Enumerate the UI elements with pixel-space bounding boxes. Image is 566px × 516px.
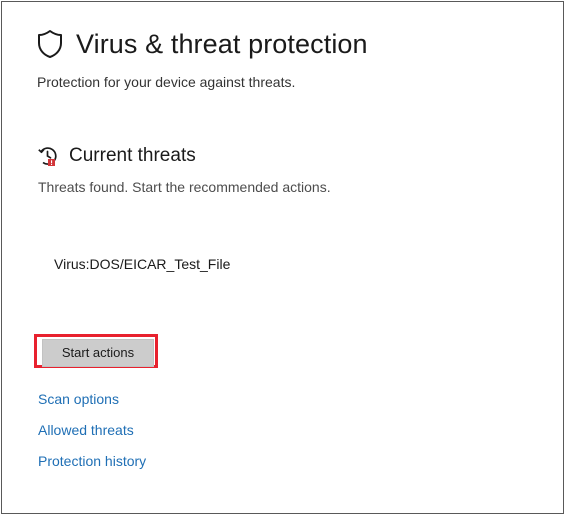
threat-list-item[interactable]: Virus:DOS/EICAR_Test_File [54, 256, 230, 272]
current-threats-description: Threats found. Start the recommended act… [38, 179, 331, 195]
scan-options-link[interactable]: Scan options [38, 391, 119, 407]
page-title: Virus & threat protection [76, 28, 368, 59]
current-threats-header: Current threats [37, 142, 196, 170]
protection-history-link[interactable]: Protection history [38, 453, 146, 469]
allowed-threats-link[interactable]: Allowed threats [38, 422, 134, 438]
page-header: Virus & threat protection [36, 24, 368, 64]
virus-threat-protection-panel: Virus & threat protection Protection for… [1, 1, 564, 514]
current-threats-title: Current threats [69, 145, 196, 166]
threat-clock-alert-icon [37, 145, 59, 167]
page-subtitle: Protection for your device against threa… [37, 74, 296, 90]
shield-icon [36, 27, 64, 61]
start-actions-button[interactable]: Start actions [42, 339, 154, 367]
